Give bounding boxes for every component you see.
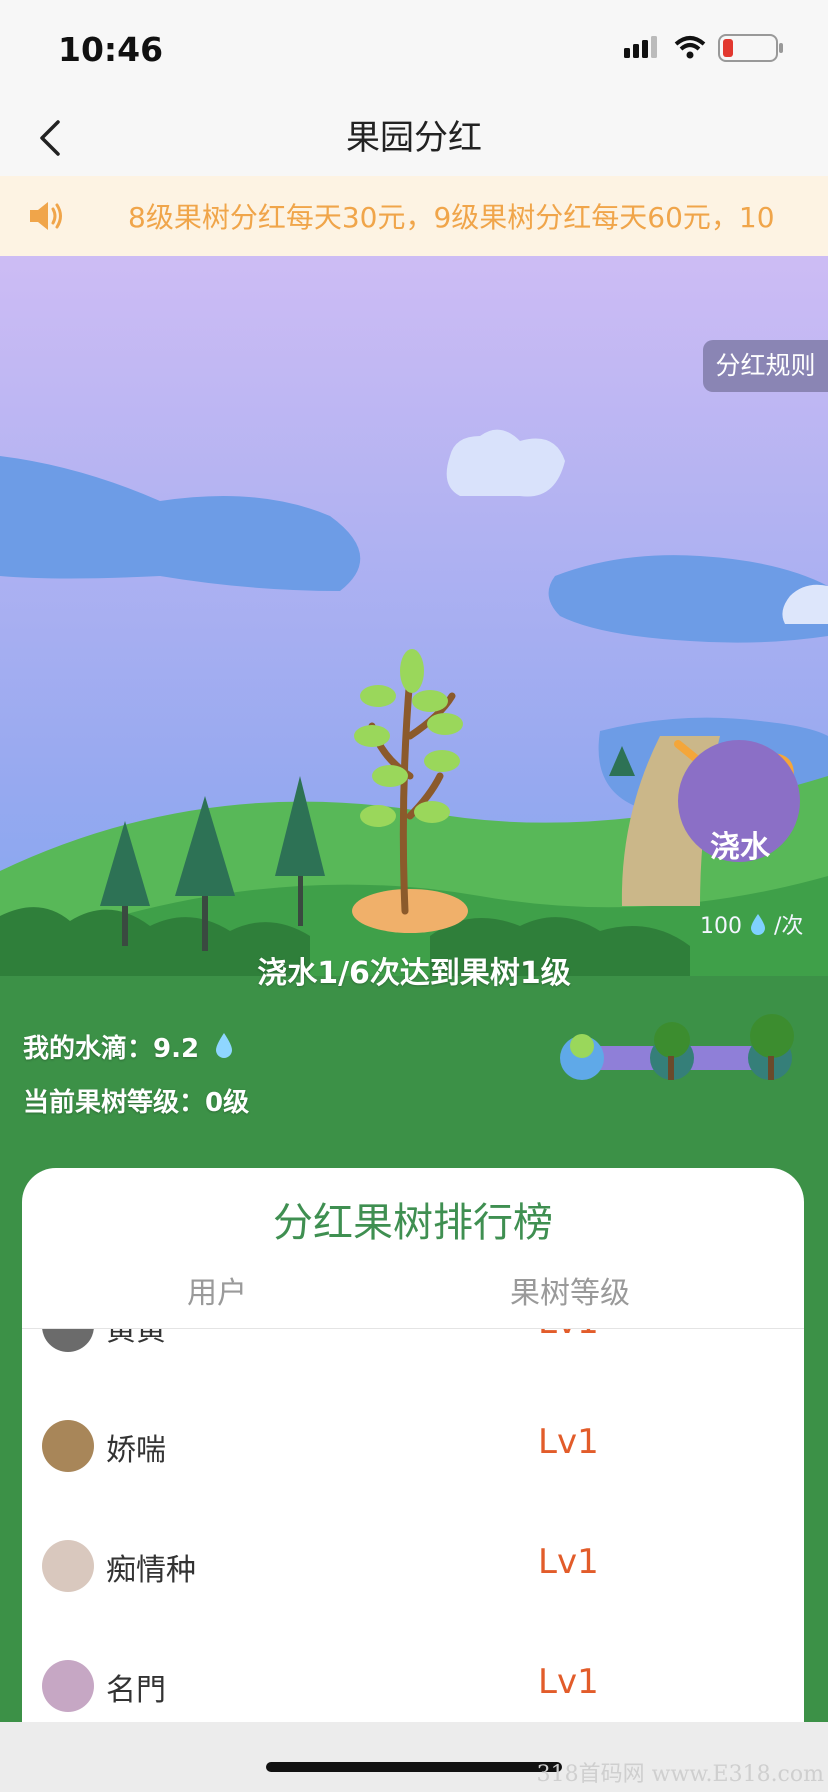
water-cost-unit: /次: [774, 914, 804, 939]
table-row: 黄黄 Lv1: [22, 1329, 804, 1385]
user-name: 黄黄: [106, 1329, 166, 1348]
my-drops-value: 9.2: [153, 1034, 200, 1064]
my-drops-label: 我的水滴：: [23, 1034, 154, 1064]
column-header-user: 用户: [187, 1276, 247, 1311]
water-drop-icon: [749, 914, 774, 939]
user-name: 名門: [106, 1673, 166, 1708]
avatar: [42, 1420, 94, 1472]
page-title: 果园分红: [346, 118, 482, 158]
my-drops: 我的水滴：9.2: [23, 1028, 234, 1067]
user-level: Lv1: [538, 1422, 599, 1462]
battery-icon: [718, 34, 783, 62]
status-icons: [624, 30, 794, 70]
table-row: 痴情种 Lv1: [22, 1507, 804, 1625]
water-drop-icon: [214, 1032, 234, 1067]
avatar: [42, 1329, 94, 1352]
wifi-icon: [674, 36, 706, 59]
speaker-icon: [26, 196, 66, 236]
leaderboard-list[interactable]: 黄黄 Lv1 娇喘 Lv1 痴情种 Lv1 名門 Lv1: [22, 1329, 804, 1788]
leaderboard-title: 分红果树排行榜: [273, 1200, 553, 1246]
home-indicator[interactable]: [266, 1762, 562, 1772]
water-button-label[interactable]: 浇水: [690, 822, 790, 866]
user-level: Lv1: [538, 1542, 599, 1582]
status-bar: 10:46: [0, 0, 828, 96]
announcement-ticker: 8级果树分红每天30元，9级果树分红每天60元，10: [0, 176, 828, 256]
user-name: 娇喘: [106, 1433, 166, 1468]
leaderboard-card: 分红果树排行榜 用户 果树等级 黄黄 Lv1 娇喘 Lv1 痴情种 Lv1 名門…: [22, 1168, 804, 1788]
avatar: [42, 1540, 94, 1592]
ticker-text: 8级果树分红每天30元，9级果树分红每天60元，10: [128, 201, 775, 234]
nav-bar: 果园分红: [0, 96, 828, 176]
user-level: Lv1: [538, 1329, 599, 1342]
avatar: [42, 1660, 94, 1712]
dividend-rules-button[interactable]: 分红规则: [703, 340, 828, 392]
tree-level-label: 当前果树等级：: [23, 1088, 206, 1118]
tree-level-value: 0级: [205, 1088, 250, 1118]
user-level: Lv1: [538, 1662, 599, 1702]
water-cost: 100 /次: [700, 908, 803, 940]
table-row: 娇喘 Lv1: [22, 1387, 804, 1505]
user-name: 痴情种: [106, 1553, 196, 1588]
status-time: 10:46: [58, 30, 164, 69]
water-cost-amount: 100: [700, 914, 742, 939]
tree-level: 当前果树等级：0级: [23, 1082, 249, 1119]
watering-progress-text: 浇水1/6次达到果树1级: [257, 956, 571, 991]
column-header-tree-level: 果树等级: [510, 1276, 630, 1311]
signal-icon: [624, 36, 657, 58]
watermark: 318首码网 www.E318.com: [536, 1762, 824, 1787]
